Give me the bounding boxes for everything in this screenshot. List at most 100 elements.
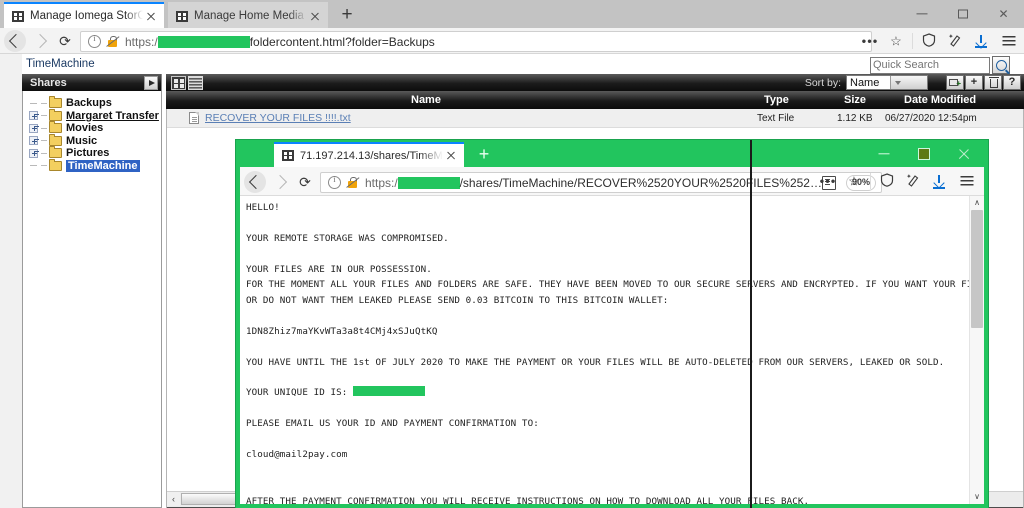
- sort-by-control: Sort by: Name: [805, 75, 928, 90]
- inner-downloads-button[interactable]: [926, 169, 952, 194]
- note-line: [246, 215, 966, 230]
- file-name-link[interactable]: RECOVER YOUR FILES !!!!.txt: [205, 112, 351, 124]
- note-line: HELLO!: [246, 202, 280, 213]
- inner-reload-button[interactable]: ⟳: [295, 172, 315, 192]
- url-scheme: https:/: [125, 34, 158, 49]
- back-button[interactable]: [5, 31, 25, 51]
- add-button[interactable]: +: [965, 75, 983, 90]
- table-row[interactable]: RECOVER YOUR FILES !!!!.txt Text File 1.…: [167, 109, 1023, 128]
- inner-tab-title: 71.197.214.13/shares/TimeMac: [300, 149, 443, 162]
- more-icon: •••: [819, 173, 837, 189]
- inner-cleaner-button[interactable]: [900, 169, 926, 194]
- new-folder-button[interactable]: +: [946, 75, 964, 90]
- inner-maximize-button[interactable]: [904, 140, 944, 167]
- bookmark-button[interactable]: ☆: [883, 28, 909, 53]
- tree-item-movies[interactable]: Movies: [23, 121, 161, 135]
- delete-button[interactable]: [984, 75, 1002, 90]
- tree-expand-icon[interactable]: [29, 148, 38, 158]
- scrollbar-thumb[interactable]: [971, 210, 983, 328]
- shield-button[interactable]: [916, 28, 942, 53]
- inner-app-menu-button[interactable]: [952, 169, 982, 194]
- cleaner-button[interactable]: [942, 28, 968, 53]
- reload-button[interactable]: ⟳: [55, 31, 75, 51]
- url-path: /shares/TimeMachine/RECOVER%2520YOUR%252…: [459, 175, 822, 190]
- list-view-icon[interactable]: [188, 75, 203, 90]
- device-icon: [282, 150, 294, 161]
- inner-shield-button[interactable]: [874, 169, 900, 194]
- minimize-button[interactable]: [901, 0, 942, 28]
- inner-forward-button[interactable]: [271, 172, 291, 192]
- tree-expand-icon[interactable]: [29, 123, 38, 133]
- address-bar[interactable]: https:/ foldercontent.html?folder=Backup…: [80, 31, 872, 52]
- inner-back-button[interactable]: [245, 172, 265, 192]
- inner-minimize-button[interactable]: [864, 140, 904, 167]
- redacted-host: [157, 35, 250, 48]
- inner-page-actions-button[interactable]: •••: [815, 169, 841, 194]
- downloads-button[interactable]: [968, 28, 994, 53]
- column-header-type[interactable]: Type: [764, 94, 789, 106]
- broken-lock-icon[interactable]: [346, 176, 360, 189]
- breadcrumb[interactable]: TimeMachine: [26, 58, 95, 70]
- search-input[interactable]: [870, 56, 990, 74]
- window-shadow-edge: [750, 140, 752, 508]
- divider: [870, 173, 871, 189]
- panel-expand-icon[interactable]: [144, 75, 158, 90]
- tree-expand-icon[interactable]: [29, 136, 38, 146]
- sort-by-label: Sort by:: [804, 76, 841, 89]
- sort-by-select[interactable]: Name: [846, 75, 928, 90]
- column-header-size[interactable]: Size: [844, 94, 866, 106]
- view-mode-group: [171, 75, 203, 90]
- tree-item-pictures[interactable]: Pictures: [23, 146, 161, 160]
- note-line: [246, 246, 966, 261]
- page-info-icon[interactable]: [328, 175, 341, 189]
- app-menu-button[interactable]: [994, 28, 1024, 53]
- help-button[interactable]: ?: [1003, 75, 1021, 90]
- tree-item-backups[interactable]: Backups: [23, 96, 161, 110]
- page-actions-button[interactable]: •••: [857, 28, 883, 53]
- tree-item-label: Pictures: [66, 147, 110, 160]
- scroll-down-button[interactable]: ∨: [970, 490, 984, 504]
- note-line: [246, 339, 966, 354]
- browser-tab-storcenter[interactable]: Manage Iomega StorCenter ix4: [4, 2, 164, 28]
- column-header-date[interactable]: Date Modified: [904, 94, 976, 106]
- page-info-icon[interactable]: [88, 34, 101, 48]
- search-button[interactable]: [992, 56, 1010, 74]
- ransom-note-text: HELLO! YOUR REMOTE STORAGE WAS COMPROMIS…: [246, 200, 984, 504]
- close-button[interactable]: ✕: [983, 0, 1024, 28]
- inner-new-tab-button[interactable]: +: [474, 144, 494, 164]
- address-bar-text: https:/ foldercontent.html?folder=Backup…: [125, 35, 435, 49]
- inner-close-button[interactable]: [944, 140, 984, 167]
- scroll-up-button[interactable]: ∧: [970, 196, 984, 210]
- close-icon[interactable]: [307, 8, 323, 24]
- note-line: [246, 370, 966, 385]
- vertical-scrollbar[interactable]: ∧ ∨: [969, 196, 984, 504]
- grid-view-icon[interactable]: [171, 75, 186, 90]
- new-tab-button[interactable]: +: [336, 4, 358, 26]
- close-icon[interactable]: [143, 8, 159, 24]
- inner-address-bar[interactable]: https:/ /shares/TimeMachine/RECOVER%2520…: [320, 172, 882, 193]
- tree-item-timemachine[interactable]: TimeMachine: [23, 158, 161, 173]
- broken-lock-icon[interactable]: [106, 35, 120, 48]
- close-icon[interactable]: [443, 148, 459, 164]
- maximize-button[interactable]: [942, 0, 983, 28]
- forward-button[interactable]: [31, 31, 51, 51]
- page-left-gutter: [0, 54, 22, 508]
- inner-bookmark-button[interactable]: ☆: [841, 169, 867, 194]
- browser-tab-homemedia[interactable]: Manage Home Media Network: [168, 2, 328, 28]
- column-header-name[interactable]: Name: [411, 94, 441, 106]
- note-line: FOR THE MOMENT ALL YOUR FILES AND FOLDER…: [246, 279, 984, 291]
- inner-browser-tab[interactable]: 71.197.214.13/shares/TimeMac: [274, 142, 464, 167]
- folder-icon: [49, 158, 62, 171]
- sort-by-value: Name: [850, 76, 880, 89]
- tree-item-margaret-transfer[interactable]: Margaret Transfer: [23, 108, 161, 123]
- cell-size: 1.12 KB: [837, 113, 873, 124]
- window-controls: ✕: [901, 0, 1024, 28]
- sparkle-icon: [906, 173, 920, 189]
- tree-item-music[interactable]: Music: [23, 133, 161, 148]
- star-icon: ☆: [890, 33, 902, 48]
- tree-line: [41, 152, 47, 154]
- tree-expand-icon[interactable]: [29, 111, 38, 121]
- tree-line: [41, 165, 47, 167]
- scroll-left-button[interactable]: ‹: [167, 492, 180, 506]
- file-list-header: Name Type Size Date Modified: [166, 91, 1024, 109]
